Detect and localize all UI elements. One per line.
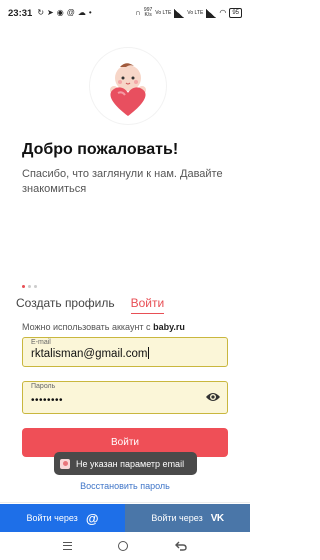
email-field-label: E-mail: [31, 339, 51, 346]
page-dot: [34, 285, 37, 288]
wifi-icon: ◠: [219, 8, 227, 17]
email-field-text: rktalisman@gmail.com: [31, 348, 148, 360]
auth-tabs: Создать профиль Войти: [16, 296, 165, 314]
battery-icon: 95: [229, 8, 242, 18]
welcome-subtitle: Спасибо, что заглянули к нам. Давайте зн…: [22, 168, 223, 195]
account-hint: Можно использовать аккаунт с baby.ru: [22, 322, 185, 332]
system-nav-bar: [0, 532, 250, 560]
email-field[interactable]: E-mail rktalisman@gmail.com: [22, 337, 228, 367]
email-field-value[interactable]: rktalisman@gmail.com: [31, 347, 150, 360]
status-left: 23:31 ↻ ➤ ◉ @ ☁ •: [8, 8, 92, 19]
password-field[interactable]: Пароль ••••••••: [22, 381, 228, 414]
mailru-login-label: Войти через: [26, 513, 78, 523]
sync-icon: ↻: [37, 8, 45, 17]
signal-icon-1: [174, 8, 185, 18]
net-speed-unit: K/s: [144, 12, 152, 18]
tab-login[interactable]: Войти: [130, 296, 165, 314]
password-field-label: Пароль: [31, 383, 56, 390]
vk-login-button[interactable]: Войти через VK: [125, 504, 250, 532]
cloud-icon: ☁: [77, 8, 86, 17]
status-time: 23:31: [8, 7, 33, 19]
signal-icon-2: [206, 8, 217, 18]
password-field-value[interactable]: ••••••••: [31, 395, 63, 406]
page-dot-active: [22, 285, 25, 288]
text-caret: [148, 347, 150, 359]
page-indicator: [22, 285, 37, 288]
account-hint-text: Можно использовать аккаунт с: [22, 322, 151, 332]
recents-icon[interactable]: [63, 542, 73, 550]
account-hint-site: baby.ru: [153, 322, 185, 332]
status-right: ∩ 997 K/s Vo LTE Vo LTE ◠ 95: [135, 8, 242, 18]
vk-login-label: Войти через: [151, 513, 203, 523]
page-dot: [28, 285, 31, 288]
restore-password-link[interactable]: Восстановить пароль: [0, 481, 250, 491]
status-bar: 23:31 ↻ ➤ ◉ @ ☁ • ∩ 997 K/s Vo LTE Vo LT…: [0, 0, 250, 26]
mailru-login-button[interactable]: Войти через @: [0, 504, 125, 532]
more-dots-icon: •: [88, 8, 92, 17]
location-icon: ◉: [56, 8, 64, 17]
mailru-icon: @: [85, 510, 99, 526]
tab-create-profile[interactable]: Создать профиль: [16, 296, 115, 314]
volte-label-1: Vo LTE: [155, 9, 172, 16]
baby-heart-illustration: [91, 49, 165, 123]
app-icon: [60, 458, 70, 469]
back-icon[interactable]: [174, 541, 187, 551]
error-toast: Не указан параметр email: [54, 452, 197, 475]
show-password-eye-icon[interactable]: [205, 391, 221, 403]
volte-label-2: Vo LTE: [187, 9, 204, 16]
baby-logo: [90, 48, 166, 124]
headphones-icon: ∩: [135, 8, 141, 17]
telegram-icon: ➤: [47, 8, 54, 17]
divider: [0, 502, 250, 503]
net-speed: 997 K/s: [144, 8, 152, 18]
error-toast-text: Не указан параметр email: [76, 458, 185, 469]
vk-icon: VK: [210, 512, 224, 524]
at-sign-icon: @: [66, 8, 75, 17]
home-icon[interactable]: [118, 541, 129, 551]
welcome-title: Добро пожаловать!: [22, 141, 179, 158]
